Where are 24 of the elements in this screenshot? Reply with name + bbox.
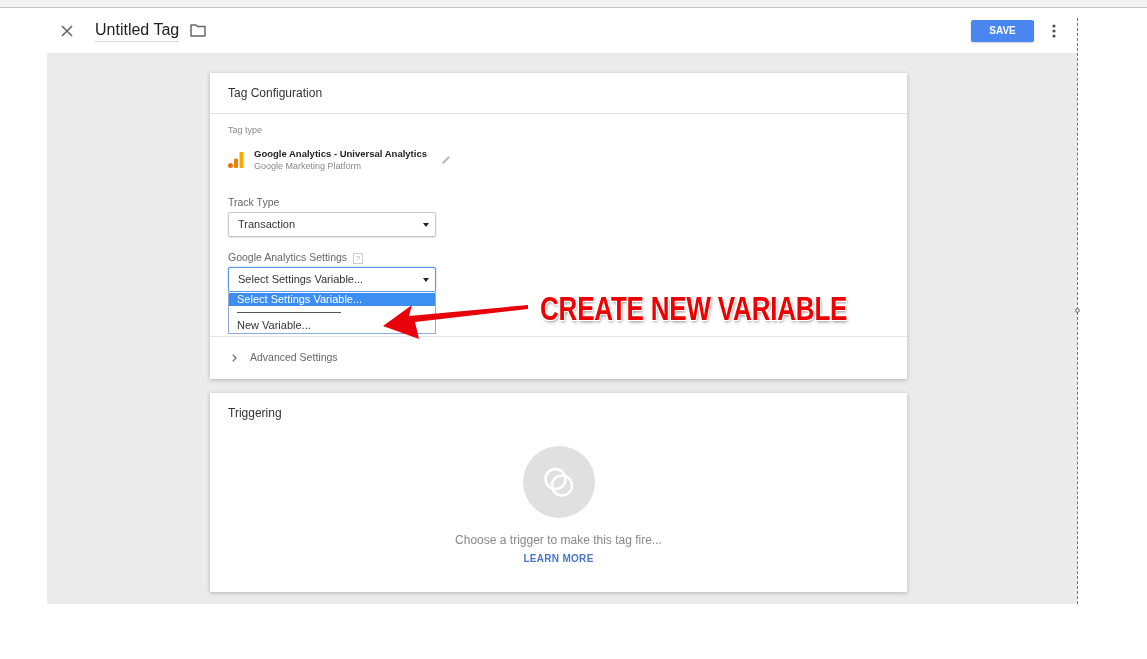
close-button[interactable]: [60, 23, 74, 38]
field-label: Tag type: [228, 124, 263, 136]
card-title: Triggering: [228, 406, 282, 420]
tag-title[interactable]: Untitled Tag: [95, 19, 180, 42]
select-field[interactable]: Transaction: [228, 212, 436, 237]
select-field[interactable]: Select Settings Variable...: [228, 267, 436, 292]
annotation-text: CREATE NEW VARIABLE: [540, 291, 848, 325]
dropdown-option[interactable]: Select Settings Variable...: [229, 293, 435, 306]
field-label: Track Type: [228, 195, 280, 211]
learn-more-link[interactable]: LEARN MORE: [523, 553, 594, 565]
bar-chart-icon: [228, 152, 244, 168]
close-icon: [61, 24, 73, 37]
folder-icon[interactable]: [190, 24, 207, 37]
caret-icon: [423, 222, 429, 227]
guide-handle-icon[interactable]: [1075, 308, 1080, 313]
card-title: Tag Configuration: [228, 85, 323, 102]
advanced-settings-toggle[interactable]: Advanced Settings: [232, 350, 338, 366]
tag-type-name: Google Analytics - Universal Analytics: [254, 148, 427, 160]
save-button[interactable]: SAVE: [971, 19, 1034, 42]
caret-icon: [423, 277, 429, 282]
more-menu-icon[interactable]: [1052, 23, 1056, 38]
tag-type-provider: Google Marketing Platform: [254, 160, 363, 172]
field-label: Google Analytics Settings: [228, 250, 348, 266]
trigger-message: Choose a trigger to make this tag fire...: [455, 533, 662, 547]
